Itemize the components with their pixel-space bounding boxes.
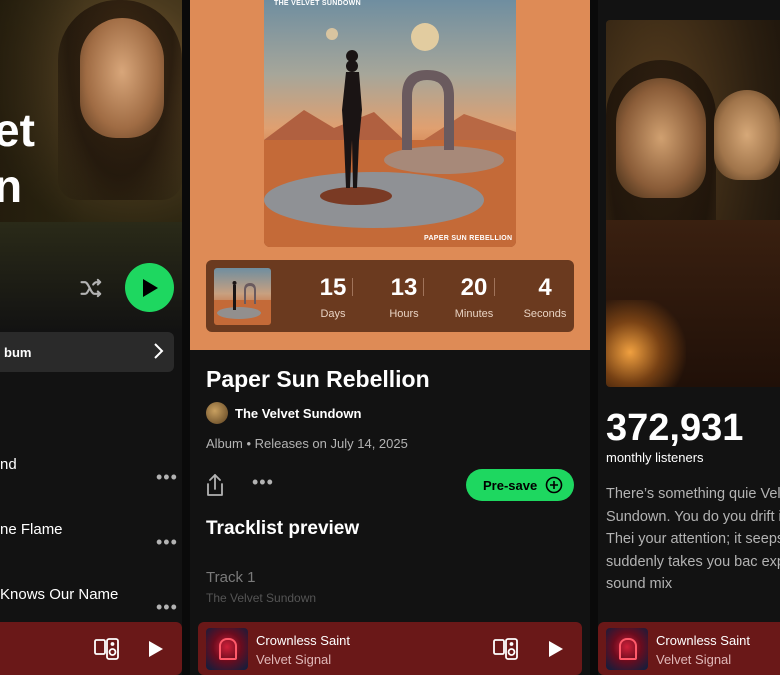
artist-page-left: et n bum nd ••• ne Flame ••• Knows Our Na… bbox=[0, 0, 190, 675]
tracklist-heading: Tracklist preview bbox=[206, 518, 360, 539]
track-item[interactable]: ne Flame bbox=[0, 521, 63, 538]
countdown-hours: 13 Hours bbox=[389, 274, 419, 320]
chevron-right-icon bbox=[154, 343, 164, 359]
countdown-seconds: 4 Seconds bbox=[523, 274, 567, 320]
now-playing-art bbox=[206, 628, 248, 670]
album-row[interactable]: bum bbox=[0, 332, 174, 372]
album-thumbnail bbox=[214, 268, 271, 325]
play-icon[interactable] bbox=[548, 640, 564, 658]
album-title: Paper Sun Rebellion bbox=[206, 366, 430, 392]
avatar bbox=[206, 402, 228, 424]
artist-page-right: 372,931 monthly listeners There’s someth… bbox=[598, 0, 780, 675]
play-icon[interactable] bbox=[148, 640, 164, 658]
countdown-days: 15 Days bbox=[319, 274, 347, 320]
album-header: THE VELVET SUNDOWN PAPER SUN REBELLION 1… bbox=[190, 0, 590, 350]
track-title: Track 1 bbox=[206, 569, 256, 586]
artist-bio: There’s something quie Velvet Sundown. Y… bbox=[606, 486, 780, 592]
connect-device-icon[interactable] bbox=[493, 638, 519, 660]
album-cover: THE VELVET SUNDOWN PAPER SUN REBELLION bbox=[264, 0, 516, 247]
track-item[interactable]: Knows Our Name bbox=[0, 586, 118, 603]
album-row-label: bum bbox=[4, 344, 32, 360]
album-page: THE VELVET SUNDOWN PAPER SUN REBELLION 1… bbox=[190, 0, 590, 675]
artist-link[interactable]: The Velvet Sundown bbox=[206, 402, 361, 424]
connect-device-icon[interactable] bbox=[94, 638, 120, 660]
mini-player[interactable] bbox=[0, 622, 182, 675]
more-icon[interactable]: ••• bbox=[156, 468, 178, 486]
cover-caption-bottom: PAPER SUN REBELLION bbox=[424, 235, 513, 242]
now-playing-artist: Velvet Signal bbox=[656, 652, 732, 667]
artist-title-partial: et n bbox=[0, 104, 35, 212]
track-artist: The Velvet Sundown bbox=[206, 591, 317, 605]
presave-button[interactable]: Pre-save bbox=[466, 469, 574, 501]
release-countdown: 15 Days 13 Hours 20 Minutes 4 Seconds bbox=[206, 260, 574, 332]
mini-player[interactable]: Crownless Saint Velvet Signal bbox=[598, 622, 780, 675]
monthly-listeners-count: 372,931 bbox=[606, 407, 744, 449]
play-icon bbox=[142, 278, 158, 297]
artist-photo bbox=[606, 20, 780, 387]
presave-label: Pre-save bbox=[483, 477, 538, 493]
play-button[interactable] bbox=[125, 263, 174, 312]
now-playing-artist: Velvet Signal bbox=[256, 652, 332, 667]
more-icon[interactable]: ••• bbox=[252, 473, 274, 491]
track-item[interactable]: nd bbox=[0, 456, 17, 473]
now-playing-title: Crownless Saint bbox=[256, 633, 350, 648]
more-icon[interactable]: ••• bbox=[156, 598, 178, 616]
share-icon[interactable] bbox=[204, 473, 226, 497]
monthly-listeners-label: monthly listeners bbox=[606, 450, 704, 465]
shuffle-icon[interactable] bbox=[78, 274, 106, 302]
more-icon[interactable]: ••• bbox=[156, 533, 178, 551]
now-playing-art bbox=[606, 628, 648, 670]
add-circle-icon bbox=[545, 476, 563, 494]
mini-player[interactable]: Crownless Saint Velvet Signal bbox=[198, 622, 582, 675]
artist-name: The Velvet Sundown bbox=[235, 405, 362, 421]
cover-illustration bbox=[264, 23, 516, 247]
now-playing-title: Crownless Saint bbox=[656, 633, 750, 648]
countdown-minutes: 20 Minutes bbox=[454, 274, 494, 320]
album-meta: Album • Releases on July 14, 2025 bbox=[206, 436, 408, 451]
